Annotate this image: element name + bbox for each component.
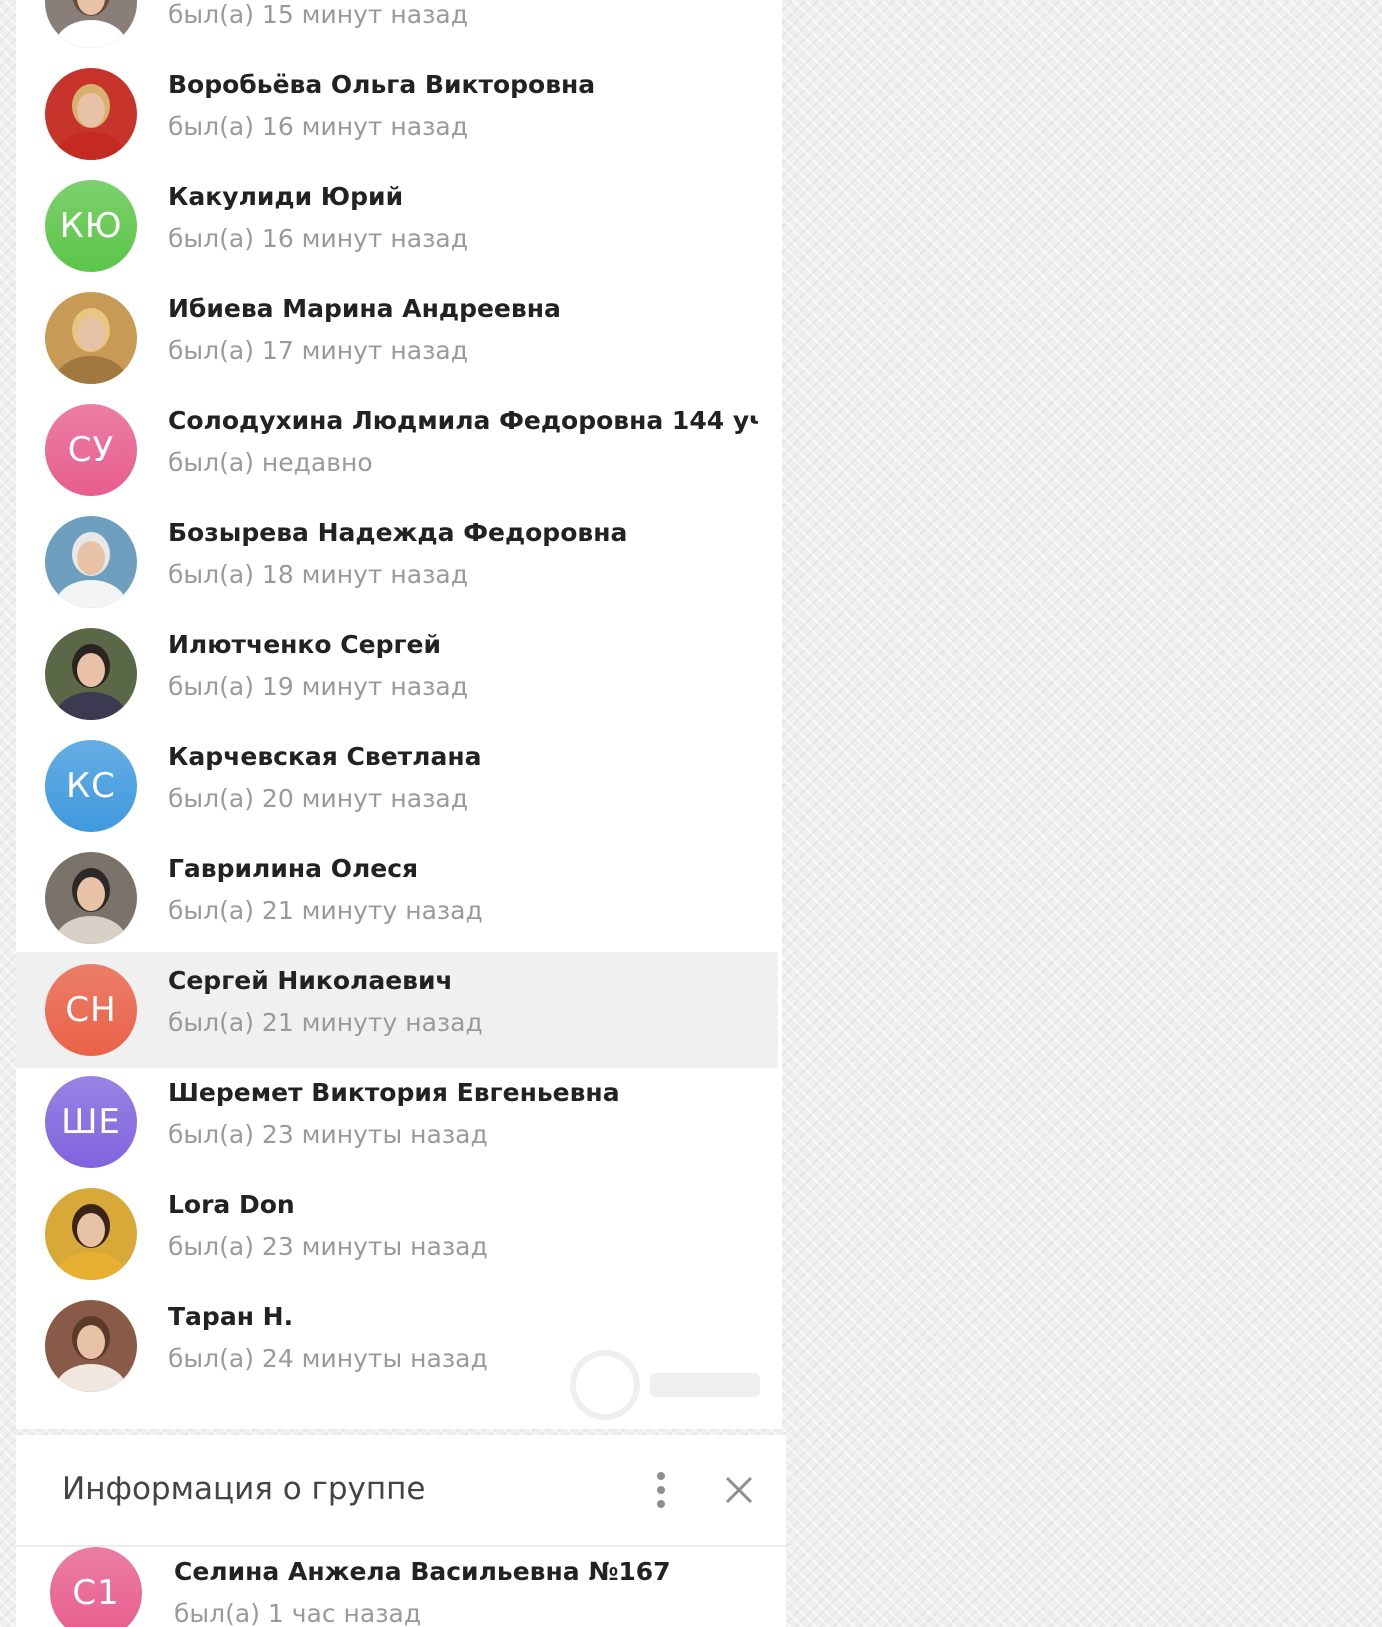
member-name: Какулиди Юрий <box>168 182 404 211</box>
member-status: был(а) 18 минут назад <box>168 560 468 589</box>
group-info-title: Информация о группе <box>62 1471 426 1507</box>
member-name: Солодухина Людмила Федоровна 144 учас... <box>168 406 758 435</box>
member-avatar: ШЕ <box>45 1076 137 1168</box>
avatar-initials: С1 <box>72 1573 120 1613</box>
woman-photo-icon <box>45 0 137 48</box>
woman-yellow-coat-photo-icon <box>45 1188 137 1280</box>
member-name: Шеремет Виктория Евгеньевна <box>168 1078 620 1107</box>
avatar-initials: СУ <box>67 430 115 470</box>
member-status: был(а) 19 минут назад <box>168 672 468 701</box>
close-button[interactable] <box>716 1467 762 1513</box>
avatar-initials: ШЕ <box>61 1102 121 1142</box>
member-row[interactable]: ШЕ Шеремет Виктория Евгеньевна был(а) 23 м… <box>16 1064 778 1180</box>
member-avatar: С1 <box>50 1547 142 1627</box>
member-name: Таран Н. <box>168 1302 294 1331</box>
member-row[interactable]: С1 Селина Анжела Васильевна №167 был(а) … <box>16 1547 786 1627</box>
member-row[interactable]: был(а) 15 минут назад <box>16 0 778 60</box>
member-row[interactable]: Илютченко Сергей был(а) 19 минут назад <box>16 616 778 732</box>
member-status: был(а) 23 минуты назад <box>168 1120 488 1149</box>
man-photo-icon <box>45 628 137 720</box>
member-status: был(а) 16 минут назад <box>168 224 468 253</box>
member-status: был(а) 24 минуты назад <box>168 1344 488 1373</box>
member-status: был(а) 23 минуты назад <box>168 1232 488 1261</box>
group-info-header: Информация о группе <box>16 1435 786 1547</box>
member-name: Lora Don <box>168 1190 295 1219</box>
woman-bw-photo-icon <box>45 852 137 944</box>
member-row[interactable]: Ибиева Марина Андреевна был(а) 17 минут н… <box>16 280 778 396</box>
member-avatar: КЮ <box>45 180 137 272</box>
member-status: был(а) 20 минут назад <box>168 784 468 813</box>
member-row[interactable]: СН Сергей Николаевич был(а) 21 минуту наза… <box>16 952 778 1068</box>
member-row[interactable]: Воробьёва Ольга Викторовна был(а) 16 мину… <box>16 56 778 172</box>
member-avatar: КС <box>45 740 137 832</box>
member-name: Гаврилина Олеся <box>168 854 419 883</box>
member-row[interactable]: Бозырева Надежда Федоровна был(а) 18 мину… <box>16 504 778 620</box>
member-status: был(а) 15 минут назад <box>168 0 468 29</box>
woman-hat-photo-icon <box>45 516 137 608</box>
member-name: Ибиева Марина Андреевна <box>168 294 561 323</box>
group-members-list[interactable]: был(а) 15 минут назад Воробьёва Ольга Ви… <box>16 0 782 1429</box>
member-name: Илютченко Сергей <box>168 630 441 659</box>
member-status: был(а) 21 минуту назад <box>168 1008 483 1037</box>
member-row[interactable]: КС Карчевская Светлана был(а) 20 минут наз… <box>16 728 778 844</box>
member-name: Селина Анжела Васильевна №167 <box>174 1557 671 1586</box>
woman-red-dress-photo-icon <box>45 68 137 160</box>
member-status: был(а) 1 час назад <box>174 1599 422 1627</box>
woman-blonde-photo-icon <box>45 292 137 384</box>
member-avatar: СУ <box>45 404 137 496</box>
avatar-initials: СН <box>65 990 117 1030</box>
member-name: Сергей Николаевич <box>168 966 453 995</box>
member-row[interactable]: СУ Солодухина Людмила Федоровна 144 учас.… <box>16 392 778 508</box>
member-row[interactable]: КЮ Какулиди Юрий был(а) 16 минут назад <box>16 168 778 284</box>
member-name: Воробьёва Ольга Викторовна <box>168 70 596 99</box>
avatar-initials: КЮ <box>59 206 123 246</box>
more-options-button[interactable] <box>646 1467 676 1513</box>
member-status: был(а) 21 минуту назад <box>168 896 483 925</box>
member-row[interactable]: Lora Don был(а) 23 минуты назад <box>16 1176 778 1292</box>
member-status: был(а) 16 минут назад <box>168 112 468 141</box>
avatar-initials: КС <box>66 766 116 806</box>
member-name: Карчевская Светлана <box>168 742 482 771</box>
member-name: Бозырева Надежда Федоровна <box>168 518 628 547</box>
watermark-logo-icon <box>570 1350 760 1420</box>
member-status: был(а) 17 минут назад <box>168 336 468 365</box>
close-icon <box>725 1476 753 1504</box>
vertical-dots-icon <box>657 1472 665 1508</box>
member-status: был(а) недавно <box>168 448 373 477</box>
woman-table-photo-icon <box>45 1300 137 1392</box>
member-row[interactable]: Гаврилина Олеся был(а) 21 минуту назад <box>16 840 778 956</box>
member-avatar: СН <box>45 964 137 1056</box>
